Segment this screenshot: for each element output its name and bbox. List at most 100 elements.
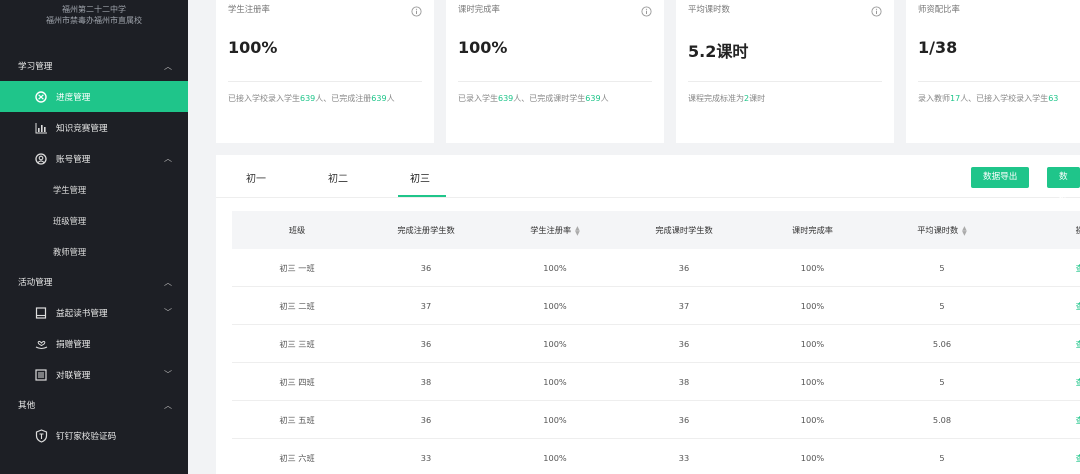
school-name-line1: 福州第二十二中学 [62,5,126,14]
cell-class: 初三 二班 [279,300,315,311]
cell-registered: 37 [420,300,432,311]
section-others[interactable]: 其他 ︿ [0,390,188,420]
divider [458,81,652,82]
view-link[interactable]: 查看 [1007,414,1080,426]
cell-completion-rate: 100% [800,262,825,273]
cell-avg-hours: 5.06 [932,338,952,349]
sidebar-item-account-label: 账号管理 [56,154,91,165]
sidebar-item-donation[interactable]: 捐赠管理 [0,328,188,359]
cell-avg-hours: 5 [939,300,945,311]
stat-card-avg-hours: 平均课时数 5.2课时 课程完成标准为2课时 [676,0,894,143]
stat-card-value: 100% [458,38,508,57]
cell-reg-rate: 100% [543,376,567,387]
cell-registered: 36 [420,262,432,273]
cell-registered: 36 [420,414,432,425]
tab-grade-3[interactable]: 初三 [410,170,430,185]
cell-registered: 33 [420,452,432,463]
cell-reg-rate: 100% [543,300,567,311]
col-header-registered: 完成注册学生数 [397,225,455,235]
sidebar-item-contest-label: 知识竞赛管理 [56,123,108,134]
bar-chart-icon [34,122,48,134]
sidebar-item-donation-label: 捐赠管理 [56,339,91,350]
cell-reg-rate: 100% [543,338,567,349]
sidebar-subitem-students[interactable]: 学生管理 [0,174,188,205]
cell-registered: 38 [420,376,432,387]
view-link[interactable]: 查看 [1007,262,1080,274]
sort-icon: ▲ ▼ [962,224,967,237]
tab-grade-1[interactable]: 初一 [246,170,266,185]
list-icon [34,368,48,381]
sidebar-item-account[interactable]: 账号管理 ︿ [0,143,188,174]
cell-reg-rate: 100% [543,414,567,425]
info-icon[interactable] [641,2,652,21]
chevron-down-icon: ﹀ [164,308,172,317]
stat-card-value: 1/38 [918,38,958,57]
cell-completed: 33 [678,452,690,463]
col-header-completed: 完成课时学生数 [655,225,713,235]
info-icon[interactable] [411,2,422,21]
cell-avg-hours: 5 [939,452,945,463]
divider [228,81,422,82]
stat-card-label: 师资配比率 [918,4,960,14]
section-learning[interactable]: 学习管理 ︿ [0,51,188,81]
view-link[interactable]: 查看 [1007,376,1080,388]
sidebar-item-couplet[interactable]: 对联管理 ﹀ [0,359,188,390]
cell-completed: 36 [678,414,690,425]
cell-completion-rate: 100% [800,376,825,387]
cell-completed: 36 [678,262,690,273]
cell-class: 初三 六班 [279,452,315,463]
progress-icon [34,90,48,103]
cell-completed: 36 [678,338,690,349]
table-header: 班级 完成注册学生数 学生注册率 ▲ ▼ 完成课时学生数 课时完成率 平均课时数 ▲ ▼… [232,211,1080,249]
view-link[interactable]: 查看 [1007,300,1080,312]
cell-completed: 37 [678,300,690,311]
tab-grade-2[interactable]: 初二 [328,170,348,185]
cell-registered: 36 [420,338,432,349]
cell-class: 初三 一班 [279,262,315,273]
table-row: 初三 二班 37 100% 37 100% 5 查看 [232,287,1080,325]
stat-card-subtext: 已录入学生639人、已完成课时学生639人 [458,94,609,103]
active-tab-indicator [398,195,446,197]
stat-card-subtext: 录入教师17人、已接入学校录入学生63 [918,94,1059,103]
cell-avg-hours: 5.08 [932,414,952,425]
table-row: 初三 六班 33 100% 33 100% 5 查看 [232,439,1080,474]
chevron-down-icon: ﹀ [164,370,172,379]
cell-reg-rate: 100% [543,452,567,463]
view-link[interactable]: 查看 [1007,338,1080,350]
stat-card-label: 学生注册率 [228,4,270,14]
table-row: 初三 五班 36 100% 36 100% 5.08 查看 [232,401,1080,439]
cell-avg-hours: 5 [939,262,945,273]
cell-class: 初三 五班 [279,414,315,425]
stat-card-completion: 课时完成率 100% 已录入学生639人、已完成课时学生639人 [446,0,664,143]
col-header-avg-hours[interactable]: 平均课时数 ▲ ▼ [877,224,1007,236]
col-header-reg-rate[interactable]: 学生注册率 ▲ ▼ [490,224,620,236]
sidebar-item-dingding-label: 钉钉家校验证码 [56,431,117,442]
sidebar-item-contest[interactable]: 知识竞赛管理 [0,112,188,143]
view-link[interactable]: 查看 [1007,452,1080,464]
section-activities[interactable]: 活动管理 ︿ [0,267,188,297]
cell-completion-rate: 100% [800,414,825,425]
chevron-up-icon: ︿ [164,154,172,163]
sidebar-subitem-classes[interactable]: 班级管理 [0,205,188,236]
sidebar-subitem-teachers[interactable]: 教师管理 [0,236,188,267]
sidebar-item-reading[interactable]: 益起读书管理 ﹀ [0,297,188,328]
class-table: 班级 完成注册学生数 学生注册率 ▲ ▼ 完成课时学生数 课时完成率 平均课时数 ▲ ▼… [232,211,1080,474]
cell-completion-rate: 100% [800,300,825,311]
import-data-button[interactable]: 数据 [1047,167,1080,203]
grade-tabs: 初一 初二 初三 数据导出 数据 [216,155,1080,203]
section-others-label: 其他 [18,401,36,411]
sidebar: 福州第二十二中学 福州市禁毒办福州市直属校 学习管理 ︿ 进度管理 知识竞赛管理… [0,0,188,474]
export-data-button[interactable]: 数据导出 [971,167,1030,188]
cell-avg-hours: 5 [939,376,945,387]
col-header-completion-rate: 课时完成率 [792,225,833,235]
col-header-action: 操作 [1075,225,1080,235]
section-learning-label: 学习管理 [18,62,53,72]
info-icon[interactable] [871,2,882,21]
sidebar-item-progress[interactable]: 进度管理 [0,81,188,112]
donation-icon [34,338,48,350]
stat-card-label: 平均课时数 [688,4,730,14]
chevron-up-icon: ︿ [164,400,172,410]
cell-completed: 38 [678,376,690,387]
sidebar-item-dingding[interactable]: 钉钉家校验证码 [0,420,188,451]
divider [688,81,882,82]
